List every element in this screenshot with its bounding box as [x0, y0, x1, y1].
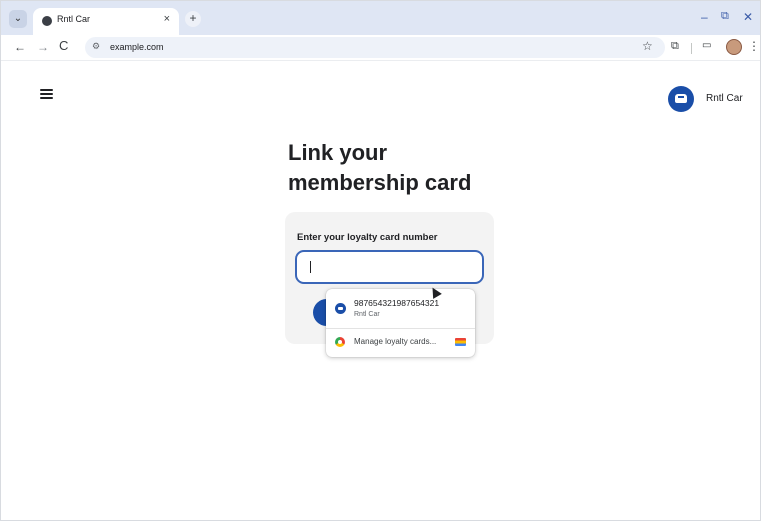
site-favicon-icon: [42, 16, 52, 26]
google-icon: [335, 337, 345, 347]
profile-avatar[interactable]: [726, 39, 742, 55]
page-title-line-1: Link your: [288, 140, 388, 165]
car-icon: [675, 94, 687, 103]
address-bar[interactable]: ⚙ example.com: [85, 37, 665, 58]
close-window-button[interactable]: ✕: [743, 10, 753, 24]
autofill-divider: [326, 328, 475, 329]
cards-icon: [455, 338, 466, 346]
hamburger-menu-icon[interactable]: [40, 89, 53, 100]
loyalty-field-label: Enter your loyalty card number: [297, 232, 438, 243]
extensions-icon[interactable]: ⧉: [671, 40, 679, 53]
tab-search-icon[interactable]: ⌄: [9, 10, 27, 28]
tab-strip: ⌄ Rntl Car × + – ⧉ ✕: [1, 1, 760, 35]
manage-loyalty-cards-label[interactable]: Manage loyalty cards...: [354, 337, 436, 346]
reload-icon[interactable]: C: [59, 38, 68, 53]
site-info-icon[interactable]: ⚙: [92, 41, 100, 52]
text-caret: [310, 261, 311, 273]
browser-tab[interactable]: Rntl Car ×: [33, 8, 179, 35]
tab-close-icon[interactable]: ×: [164, 13, 170, 25]
car-logo-icon[interactable]: [668, 86, 694, 112]
brand-name[interactable]: Rntl Car: [706, 93, 743, 104]
forward-arrow-icon[interactable]: →: [37, 40, 49, 54]
restore-button[interactable]: ⧉: [721, 10, 729, 23]
toolbar-divider: [691, 43, 692, 54]
page-title-line-2: membership card: [288, 170, 472, 195]
back-arrow-icon[interactable]: ←: [14, 40, 26, 54]
loyalty-number-input[interactable]: [295, 250, 484, 284]
autofill-dropdown: 987654321987654321 Rntl Car Manage loyal…: [326, 289, 475, 357]
tab-title: Rntl Car: [57, 14, 91, 24]
browser-toolbar: ← → C ⚙ example.com ☆ ⧉ ▭ ⋮: [1, 35, 760, 61]
browser-window: ⌄ Rntl Car × + – ⧉ ✕ ← → C ⚙ example.com…: [0, 0, 761, 521]
suggestion-card-number[interactable]: 987654321987654321: [354, 298, 439, 308]
suggestion-merchant[interactable]: Rntl Car: [354, 311, 380, 318]
bookmark-star-icon[interactable]: ☆: [642, 39, 653, 53]
new-tab-button[interactable]: +: [185, 11, 201, 27]
car-logo-icon: [335, 303, 346, 314]
url-text[interactable]: example.com: [110, 42, 164, 52]
page-title: Link your membership card: [288, 138, 538, 198]
more-menu-icon[interactable]: ⋮: [748, 39, 760, 53]
media-controls-icon[interactable]: ▭: [702, 40, 711, 51]
minimize-button[interactable]: –: [701, 10, 708, 24]
